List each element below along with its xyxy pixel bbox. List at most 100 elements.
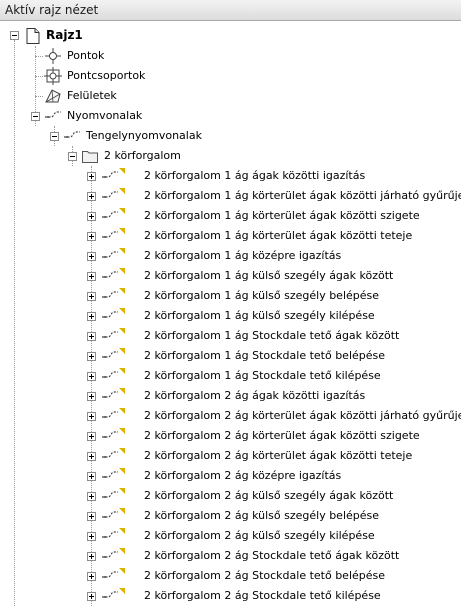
tree-node-alignments[interactable]: Nyomvonalak — [0, 106, 461, 126]
alignment-icon — [102, 531, 118, 538]
tree-label: 2 körforgalom — [104, 149, 181, 162]
tree-label: 2 körforgalom 2 ág ágak közötti igazítás — [144, 389, 366, 402]
expand-toggle[interactable] — [87, 552, 96, 561]
expand-toggle[interactable] — [87, 592, 96, 601]
alignment-icon — [102, 271, 118, 278]
tree-node-alignment[interactable]: 2 körforgalom 2 ág körterület ágak közöt… — [0, 406, 461, 426]
tree-label: 2 körforgalom 2 ág körterület ágak közöt… — [144, 409, 461, 422]
alignment-icon — [102, 331, 118, 338]
tree-label: 2 körforgalom 1 ág középre igazítás — [144, 249, 342, 262]
warning-flag-icon — [119, 468, 125, 474]
tree-label: 2 körforgalom 1 ág körterület ágak közöt… — [144, 189, 461, 202]
tree-node-alignment[interactable]: 2 körforgalom 1 ág körterület ágak közöt… — [0, 226, 461, 246]
tree-node-alignment[interactable]: 2 körforgalom 2 ág Stockdale tető kilépé… — [0, 586, 461, 606]
tree-node-alignment[interactable]: 2 körforgalom 2 ág Stockdale tető ágak k… — [0, 546, 461, 566]
warning-flag-icon — [119, 448, 125, 454]
panel-title-bar: Aktív rajz nézet — [0, 0, 461, 21]
tree-node-centerline-alignments[interactable]: Tengelynyomvonalak — [0, 126, 461, 146]
tree-label: 2 körforgalom 2 ág külső szegély belépés… — [144, 509, 380, 522]
warning-flag-icon — [119, 388, 125, 394]
tree-label: 2 körforgalom 2 ág körterület ágak közöt… — [144, 429, 420, 442]
tree-node-point-groups[interactable]: Pontcsoportok — [0, 66, 461, 86]
expand-toggle[interactable] — [87, 512, 96, 521]
expand-toggle[interactable] — [87, 492, 96, 501]
warning-flag-icon — [119, 228, 125, 234]
tree-node-alignment[interactable]: 2 körforgalom 2 ág körterület ágak közöt… — [0, 446, 461, 466]
expand-toggle[interactable] — [87, 372, 96, 381]
tree-node-root[interactable]: Rajz1 — [0, 26, 461, 46]
warning-flag-icon — [119, 508, 125, 514]
point-icon — [45, 48, 61, 64]
expand-toggle[interactable] — [87, 352, 96, 361]
tree-node-alignment[interactable]: 2 körforgalom 2 ág ágak közötti igazítás — [0, 386, 461, 406]
expand-toggle[interactable] — [87, 412, 96, 421]
tree-node-alignment[interactable]: 2 körforgalom 2 ág külső szegély kilépés… — [0, 526, 461, 546]
tree-label: Pontcsoportok — [67, 69, 146, 82]
collapse-toggle[interactable] — [68, 152, 77, 161]
tree-label: 2 körforgalom 2 ág körterület ágak közöt… — [144, 449, 413, 462]
warning-flag-icon — [119, 568, 125, 574]
expand-toggle[interactable] — [87, 192, 96, 201]
alignment-icon — [102, 231, 118, 238]
tree-node-surfaces[interactable]: Felületek — [0, 86, 461, 106]
expand-toggle[interactable] — [87, 432, 96, 441]
warning-flag-icon — [119, 248, 125, 254]
expand-toggle[interactable] — [87, 272, 96, 281]
tree-node-alignment[interactable]: 2 körforgalom 1 ág középre igazítás — [0, 246, 461, 266]
tree-node-alignment[interactable]: 2 körforgalom 1 ág külső szegély ágak kö… — [0, 266, 461, 286]
expand-toggle[interactable] — [87, 312, 96, 321]
alignment-icon — [102, 471, 118, 478]
alignment-icon — [102, 411, 118, 418]
tree-label: 2 körforgalom 2 ág külső szegély kilépés… — [144, 529, 375, 542]
expand-toggle[interactable] — [87, 572, 96, 581]
drawing-tree[interactable]: Rajz1 Pontok Pontcsoportok Felületek Nyo… — [0, 22, 461, 606]
expand-toggle[interactable] — [87, 212, 96, 221]
alignment-icon — [102, 171, 118, 178]
expand-toggle[interactable] — [87, 172, 96, 181]
collapse-toggle[interactable] — [31, 112, 40, 121]
warning-flag-icon — [119, 548, 125, 554]
expand-toggle[interactable] — [87, 392, 96, 401]
tree-node-alignment[interactable]: 2 körforgalom 1 ág ágak közötti igazítás — [0, 166, 461, 186]
tree-label: 2 körforgalom 2 ág középre igazítás — [144, 469, 342, 482]
expand-toggle[interactable] — [87, 472, 96, 481]
tree-label: 2 körforgalom 1 ág Stockdale tető kilépé… — [144, 369, 381, 382]
warning-flag-icon — [119, 288, 125, 294]
tree-node-alignment[interactable]: 2 körforgalom 1 ág Stockdale tető ágak k… — [0, 326, 461, 346]
collapse-toggle[interactable] — [50, 132, 59, 141]
tree-node-alignment[interactable]: 2 körforgalom 2 ág külső szegély belépés… — [0, 506, 461, 526]
alignment-icon — [102, 311, 118, 318]
surface-icon — [45, 89, 61, 103]
tree-node-points[interactable]: Pontok — [0, 46, 461, 66]
tree-node-alignment[interactable]: 2 körforgalom 1 ág külső szegély belépés… — [0, 286, 461, 306]
alignment-icon — [102, 351, 118, 358]
alignment-icon — [102, 291, 118, 298]
tree-label: 2 körforgalom 2 ág Stockdale tető kilépé… — [144, 589, 381, 602]
tree-node-alignment[interactable]: 2 körforgalom 1 ág körterület ágak közöt… — [0, 206, 461, 226]
tree-node-alignment[interactable]: 2 körforgalom 1 ág külső szegély kilépés… — [0, 306, 461, 326]
tree-node-alignment[interactable]: 2 körforgalom 2 ág külső szegély ágak kö… — [0, 486, 461, 506]
expand-toggle[interactable] — [87, 532, 96, 541]
collapse-toggle[interactable] — [10, 31, 19, 40]
tree-node-alignment[interactable]: 2 körforgalom 2 ág körterület ágak közöt… — [0, 426, 461, 446]
warning-flag-icon — [119, 528, 125, 534]
alignment-icon — [102, 391, 118, 398]
tree-node-alignment[interactable]: 2 körforgalom 2 ág középre igazítás — [0, 466, 461, 486]
drawing-icon — [26, 28, 40, 44]
warning-flag-icon — [119, 268, 125, 274]
tree-node-alignment[interactable]: 2 körforgalom 1 ág Stockdale tető kilépé… — [0, 366, 461, 386]
tree-node-roundabout-folder[interactable]: 2 körforgalom — [0, 146, 461, 166]
expand-toggle[interactable] — [87, 332, 96, 341]
alignment-icon — [102, 451, 118, 458]
tree-node-alignment[interactable]: 2 körforgalom 1 ág Stockdale tető belépé… — [0, 346, 461, 366]
expand-toggle[interactable] — [87, 292, 96, 301]
warning-flag-icon — [119, 428, 125, 434]
expand-toggle[interactable] — [87, 232, 96, 241]
panel-title: Aktív rajz nézet — [5, 3, 99, 17]
expand-toggle[interactable] — [87, 252, 96, 261]
tree-label: Pontok — [67, 49, 105, 62]
tree-node-alignment[interactable]: 2 körforgalom 1 ág körterület ágak közöt… — [0, 186, 461, 206]
tree-node-alignment[interactable]: 2 körforgalom 2 ág Stockdale tető belépé… — [0, 566, 461, 586]
tree-label: 2 körforgalom 2 ág Stockdale tető belépé… — [144, 569, 386, 582]
expand-toggle[interactable] — [87, 452, 96, 461]
